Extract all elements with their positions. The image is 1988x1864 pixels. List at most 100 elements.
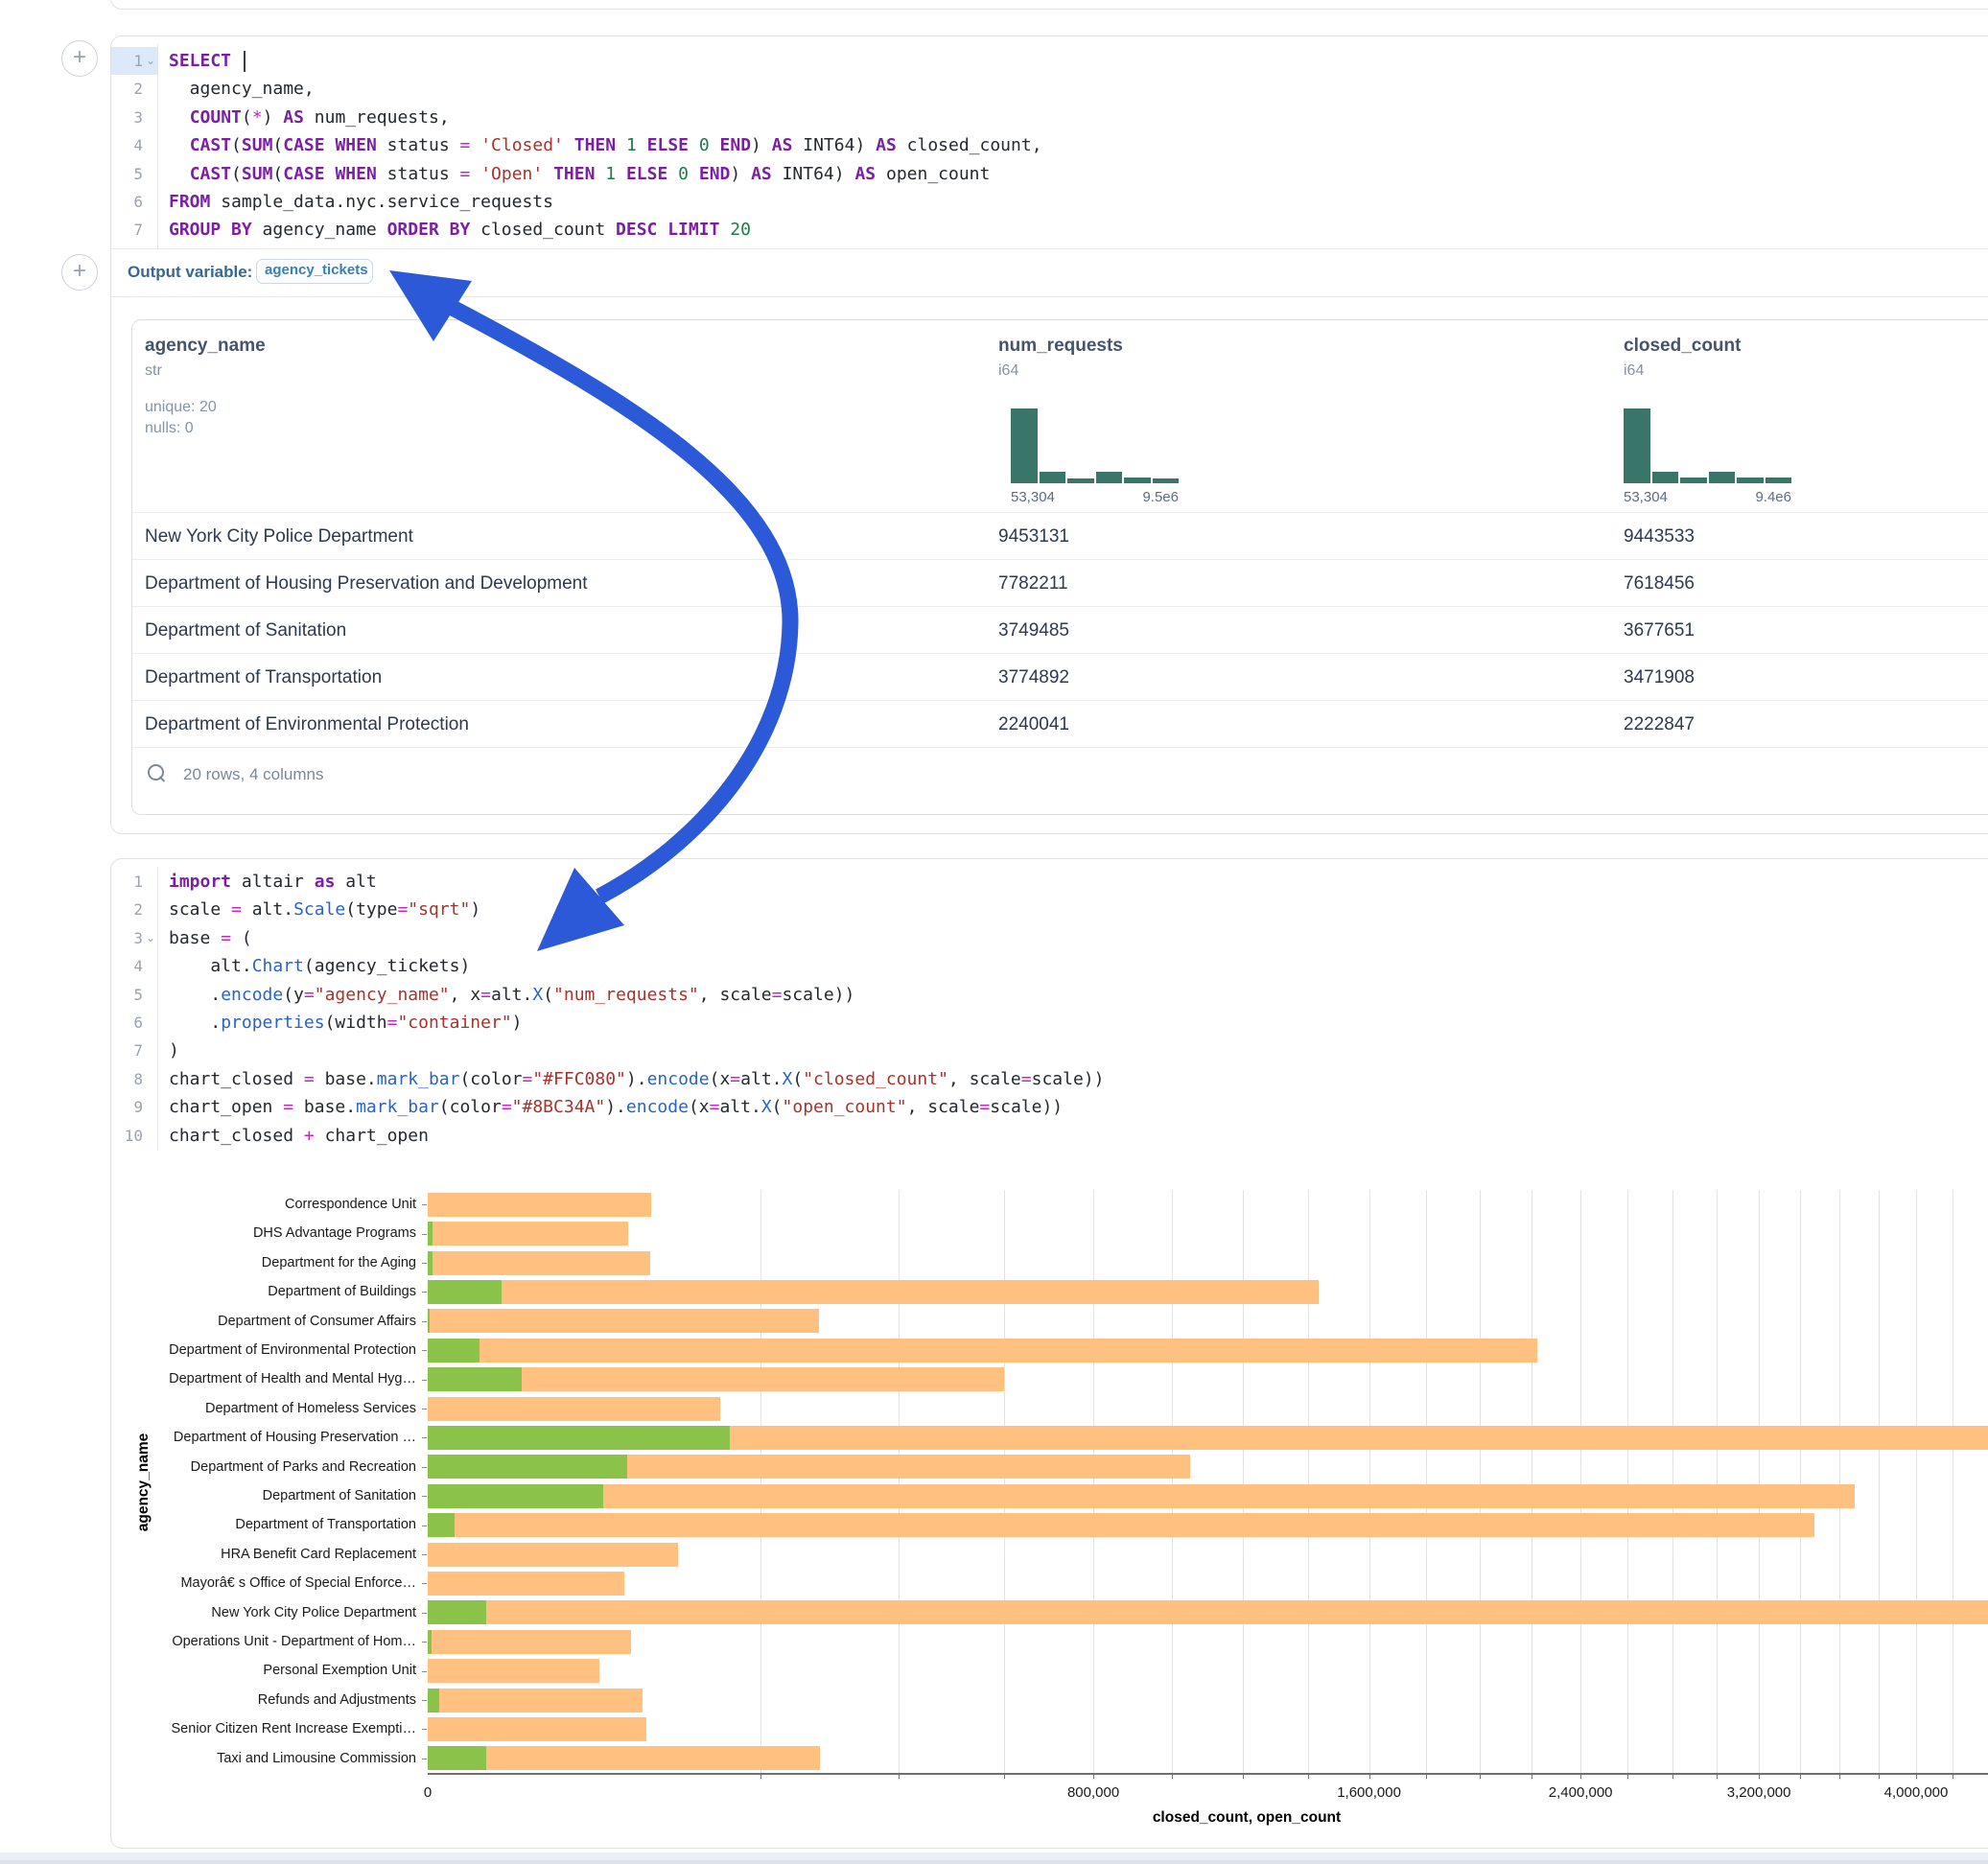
histogram-min-label: 53,304 — [1624, 489, 1668, 505]
code-token: sample_data.nyc.service_requests — [210, 192, 553, 212]
column-type-agency-name: str — [145, 362, 162, 380]
code-token: CASE — [283, 164, 324, 184]
line-number: 2 — [111, 896, 143, 923]
code-token: Scale — [293, 899, 345, 920]
code-token: mark_bar — [356, 1097, 439, 1117]
code-token: = — [772, 985, 783, 1005]
line-number: 2 — [111, 75, 143, 103]
code-token: = — [387, 1013, 398, 1033]
result-table-card: agency_name str unique: 20 nulls: 0 num_… — [131, 319, 1988, 815]
code-token: + — [304, 1126, 315, 1146]
table-cell-closed-count: 9443533 — [1624, 513, 1695, 560]
table-cell-agency-name: Department of Environmental Protection — [145, 701, 469, 748]
histogram-bar — [1624, 408, 1650, 483]
code-token: = — [730, 1069, 740, 1089]
code-token: 20 — [730, 220, 751, 240]
code-token — [325, 164, 336, 184]
table-cell-num-requests: 3749485 — [998, 607, 1069, 654]
column-header-num-requests[interactable]: num_requests — [998, 336, 1123, 357]
code-line[interactable]: FROM sample_data.nyc.service_requests — [169, 188, 553, 216]
code-token: encode — [647, 1069, 710, 1089]
histogram-closed-count — [1624, 408, 1791, 483]
code-token: chart_closed — [169, 1069, 304, 1089]
code-line[interactable]: COUNT(*) AS num_requests, — [169, 104, 450, 131]
table-cell-agency-name: New York City Police Department — [145, 513, 413, 560]
code-line[interactable]: GROUP BY agency_name ORDER BY closed_cou… — [169, 216, 751, 244]
code-token: ( — [231, 164, 242, 184]
code-token: ORDER BY — [387, 220, 471, 240]
code-token: base — [169, 928, 221, 948]
code-token: ( — [231, 928, 252, 948]
code-token: "#8BC34A" — [512, 1097, 606, 1117]
column-meta-nulls: nulls: 0 — [145, 420, 194, 437]
code-line[interactable]: .encode(y="agency_name", x=alt.X("num_re… — [169, 981, 854, 1009]
code-line[interactable]: base = ( — [169, 924, 252, 952]
code-token: chart_closed — [169, 1126, 304, 1146]
code-token: ( — [272, 135, 283, 155]
code-token: 0 — [699, 135, 710, 155]
table-row: New York City Police Department945313194… — [132, 512, 1988, 560]
code-line[interactable]: SELECT — [169, 47, 231, 75]
code-token: GROUP BY — [169, 220, 252, 240]
output-variable-pill[interactable]: agency_tickets — [256, 259, 373, 284]
line-number: 6 — [111, 188, 143, 216]
code-token: 1 — [605, 164, 616, 184]
code-token: = — [397, 899, 408, 920]
add-cell-button[interactable]: + — [61, 40, 98, 77]
code-token: CAST — [190, 135, 231, 155]
code-token: (color — [439, 1097, 502, 1117]
code-token — [719, 220, 730, 240]
code-line[interactable]: CAST(SUM(CASE WHEN status = 'Closed' THE… — [169, 131, 1042, 159]
code-token: (type — [345, 899, 397, 920]
fold-chevron-icon[interactable]: ⌄ — [144, 924, 157, 952]
code-token: , scale — [699, 985, 772, 1005]
gutter-separator — [157, 44, 158, 251]
code-token: = — [480, 985, 491, 1005]
code-token: ) — [730, 164, 751, 184]
code-token: X — [783, 1069, 793, 1089]
code-line[interactable]: alt.Chart(agency_tickets) — [169, 952, 470, 980]
histogram-bar — [1040, 472, 1066, 483]
histogram-max-label: 9.4e6 — [1696, 489, 1791, 505]
code-token: chart_open — [169, 1097, 283, 1117]
histogram-bar — [1766, 478, 1792, 483]
code-line[interactable]: import altair as alt — [169, 868, 377, 896]
code-token: CASE — [283, 135, 324, 155]
next-cell-edge — [0, 1860, 1988, 1864]
histogram-bar — [1124, 478, 1151, 483]
code-token: 1 — [626, 135, 637, 155]
add-cell-button[interactable]: + — [61, 254, 98, 291]
code-token: chart_open — [315, 1126, 429, 1146]
code-token: scale — [169, 899, 231, 920]
code-line[interactable]: .properties(width="container") — [169, 1009, 523, 1037]
column-header-agency-name[interactable]: agency_name — [145, 336, 266, 357]
search-icon[interactable] — [148, 764, 164, 781]
code-line[interactable]: CAST(SUM(CASE WHEN status = 'Open' THEN … — [169, 160, 990, 188]
code-token: ) — [751, 135, 772, 155]
code-line[interactable]: chart_closed + chart_open — [169, 1122, 429, 1150]
code-token: status — [377, 164, 460, 184]
fold-chevron-icon[interactable]: ⌄ — [144, 47, 157, 75]
code-token: "container" — [397, 1013, 511, 1033]
code-token: mark_bar — [377, 1069, 460, 1089]
code-token: AS — [854, 164, 876, 184]
code-token: scale)) — [1032, 1069, 1105, 1089]
code-token: closed_count — [470, 220, 616, 240]
code-line[interactable]: scale = alt.Scale(type="sqrt") — [169, 896, 480, 923]
column-header-closed-count[interactable]: closed_count — [1624, 336, 1741, 357]
code-token: = — [502, 1097, 512, 1117]
code-token: base. — [315, 1069, 377, 1089]
output-variable-strip: Output variable: agency_tickets — [111, 248, 1988, 297]
code-token — [564, 135, 574, 155]
table-row: Department of Environmental Protection22… — [132, 700, 1988, 748]
code-line[interactable]: agency_name, — [169, 75, 315, 103]
code-token: SUM — [242, 164, 273, 184]
code-line[interactable]: ) — [169, 1037, 179, 1064]
code-line[interactable]: chart_open = base.mark_bar(color="#8BC34… — [169, 1093, 1063, 1121]
code-line[interactable]: chart_closed = base.mark_bar(color="#FFC… — [169, 1065, 1104, 1093]
code-token: alt. — [719, 1097, 760, 1117]
code-token — [710, 135, 720, 155]
table-cell-num-requests: 7782211 — [998, 560, 1068, 607]
table-row: Department of Transportation377489234719… — [132, 653, 1988, 701]
code-token — [657, 220, 667, 240]
